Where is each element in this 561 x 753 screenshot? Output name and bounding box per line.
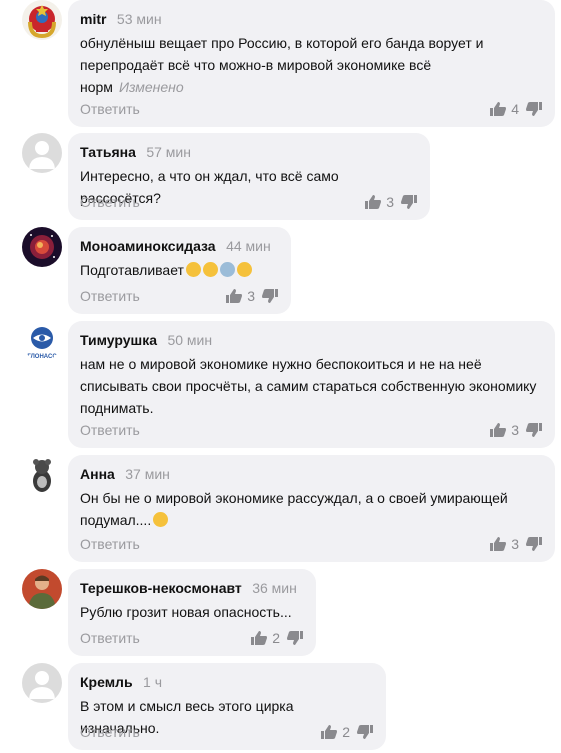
thumbs-up-icon bbox=[225, 288, 243, 304]
thumbs-down-icon[interactable] bbox=[525, 536, 543, 552]
like-button[interactable]: 3 bbox=[489, 422, 519, 438]
comment-bubble: Кремль 1 ч В этом и смысл весь этого цир… bbox=[68, 663, 386, 750]
vote-controls: 2 bbox=[320, 724, 374, 740]
comment-bubble: Терешков-некосмонавт 36 мин Рублю грозит… bbox=[68, 569, 316, 656]
comment-meta: Кремль 1 ч bbox=[80, 672, 374, 692]
comment-meta: mitr 53 мин bbox=[80, 9, 543, 29]
thumbs-up-icon bbox=[250, 630, 268, 646]
author-name[interactable]: Тимурушка bbox=[80, 332, 157, 348]
reply-button[interactable]: Ответить bbox=[80, 422, 140, 438]
vote-controls: 3 bbox=[489, 422, 543, 438]
comment-bubble: Анна 37 мин Он бы не о мировой экономике… bbox=[68, 455, 555, 562]
comment-actions: Ответить 4 bbox=[80, 99, 543, 119]
author-name[interactable]: Анна bbox=[80, 466, 115, 482]
like-button[interactable]: 2 bbox=[320, 724, 350, 740]
reply-button[interactable]: Ответить bbox=[80, 630, 140, 646]
thumbs-down-icon[interactable] bbox=[261, 288, 279, 304]
like-button[interactable]: 4 bbox=[489, 101, 519, 117]
like-count: 2 bbox=[342, 724, 350, 740]
laughing-face-emoji bbox=[185, 262, 201, 277]
author-name[interactable]: mitr bbox=[80, 11, 106, 27]
reply-button[interactable]: Ответить bbox=[80, 536, 140, 552]
author-name[interactable]: Моноаминоксидаза bbox=[80, 238, 216, 254]
comment-text: Рублю грозит новая опасность... bbox=[80, 604, 292, 620]
reply-button[interactable]: Ответить bbox=[80, 288, 140, 304]
thumbs-up-icon bbox=[364, 194, 382, 210]
like-button[interactable]: 3 bbox=[225, 288, 255, 304]
comment-time[interactable]: 36 мин bbox=[252, 580, 297, 596]
like-button[interactable]: 3 bbox=[489, 536, 519, 552]
like-count: 2 bbox=[272, 630, 280, 646]
like-count: 3 bbox=[247, 288, 255, 304]
glonass-logo-text: ГЛОНАСС bbox=[27, 354, 57, 360]
thumbs-down-icon[interactable] bbox=[525, 101, 543, 117]
like-button[interactable]: 3 bbox=[364, 194, 394, 210]
vote-controls: 4 bbox=[489, 101, 543, 117]
comment-text: обнулёныш вещает про Россию, в которой е… bbox=[80, 32, 543, 98]
like-count: 3 bbox=[511, 422, 519, 438]
glonass-logo-avatar[interactable]: ГЛОНАСС bbox=[22, 321, 62, 361]
comment-actions: Ответить 3 bbox=[80, 534, 543, 554]
comment-meta: Моноаминоксидаза 44 мин bbox=[80, 236, 279, 256]
person-emoji bbox=[219, 262, 235, 277]
comment-time[interactable]: 37 мин bbox=[125, 466, 170, 482]
vote-controls: 3 bbox=[364, 194, 418, 210]
comment-meta: Анна 37 мин bbox=[80, 464, 543, 484]
comment-actions: Ответить 3 bbox=[80, 192, 418, 212]
comment-time[interactable]: 57 мин bbox=[146, 144, 191, 160]
thumbs-up-icon bbox=[320, 724, 338, 740]
thumbs-up-icon bbox=[489, 536, 507, 552]
like-button[interactable]: 2 bbox=[250, 630, 280, 646]
comment-time[interactable]: 44 мин bbox=[226, 238, 271, 254]
edited-label: Изменено bbox=[118, 79, 184, 95]
reply-button[interactable]: Ответить bbox=[80, 724, 140, 740]
comment-body: Он бы не о мировой экономике рассуждал, … bbox=[80, 490, 508, 528]
thumbs-up-icon bbox=[489, 422, 507, 438]
comment-bubble: Тимурушка 50 мин нам не о мировой эконом… bbox=[68, 321, 555, 448]
thumbs-down-icon[interactable] bbox=[286, 630, 304, 646]
vote-controls: 2 bbox=[250, 630, 304, 646]
comment-meta: Терешков-некосмонавт 36 мин bbox=[80, 578, 304, 598]
comment-bubble: mitr 53 мин обнулёныш вещает про Россию,… bbox=[68, 0, 555, 127]
author-name[interactable]: Татьяна bbox=[80, 144, 136, 160]
comment-bubble: Моноаминоксидаза 44 мин Подготавливает О… bbox=[68, 227, 291, 314]
galaxy-avatar[interactable] bbox=[22, 227, 62, 267]
comment-text: Он бы не о мировой экономике рассуждал, … bbox=[80, 487, 543, 531]
comment-actions: Ответить 2 bbox=[80, 722, 374, 742]
comment-meta: Тимурушка 50 мин bbox=[80, 330, 543, 350]
comment-meta: Татьяна 57 мин bbox=[80, 142, 418, 162]
comment-actions: Ответить 2 bbox=[80, 628, 304, 648]
comment-actions: Ответить 3 bbox=[80, 286, 279, 306]
comment-time[interactable]: 1 ч bbox=[143, 674, 162, 690]
comment-feed: mitr 53 мин обнулёныш вещает про Россию,… bbox=[0, 0, 561, 753]
astonished-face-emoji bbox=[202, 262, 218, 277]
author-name[interactable]: Кремль bbox=[80, 674, 133, 690]
default-user-avatar[interactable] bbox=[22, 663, 62, 703]
thumbs-up-icon bbox=[489, 101, 507, 117]
thumbs-down-icon[interactable] bbox=[356, 724, 374, 740]
soviet-emblem-avatar[interactable] bbox=[22, 0, 62, 40]
portrait-avatar[interactable] bbox=[22, 569, 62, 609]
vote-controls: 3 bbox=[489, 536, 543, 552]
default-user-avatar[interactable] bbox=[22, 133, 62, 173]
comment-actions: Ответить 3 bbox=[80, 420, 543, 440]
crying-face-emoji bbox=[236, 262, 252, 277]
comment-time[interactable]: 53 мин bbox=[117, 11, 162, 27]
comment-time[interactable]: 50 мин bbox=[167, 332, 212, 348]
rat-avatar[interactable] bbox=[22, 455, 62, 495]
comment-body: Подготавливает bbox=[80, 262, 184, 278]
like-count: 4 bbox=[511, 101, 519, 117]
thumbs-down-icon[interactable] bbox=[400, 194, 418, 210]
frowning-face-emoji bbox=[153, 512, 169, 527]
comment-text: Подготавливает bbox=[80, 259, 279, 281]
like-count: 3 bbox=[511, 536, 519, 552]
thumbs-down-icon[interactable] bbox=[525, 422, 543, 438]
vote-controls: 3 bbox=[225, 288, 279, 304]
author-name[interactable]: Терешков-некосмонавт bbox=[80, 580, 242, 596]
comment-bubble: Татьяна 57 мин Интересно, а что он ждал,… bbox=[68, 133, 430, 220]
like-count: 3 bbox=[386, 194, 394, 210]
comment-text: нам не о мировой экономике нужно беспоко… bbox=[80, 356, 537, 416]
reply-button[interactable]: Ответить bbox=[80, 101, 140, 117]
reply-button[interactable]: Ответить bbox=[80, 194, 140, 210]
